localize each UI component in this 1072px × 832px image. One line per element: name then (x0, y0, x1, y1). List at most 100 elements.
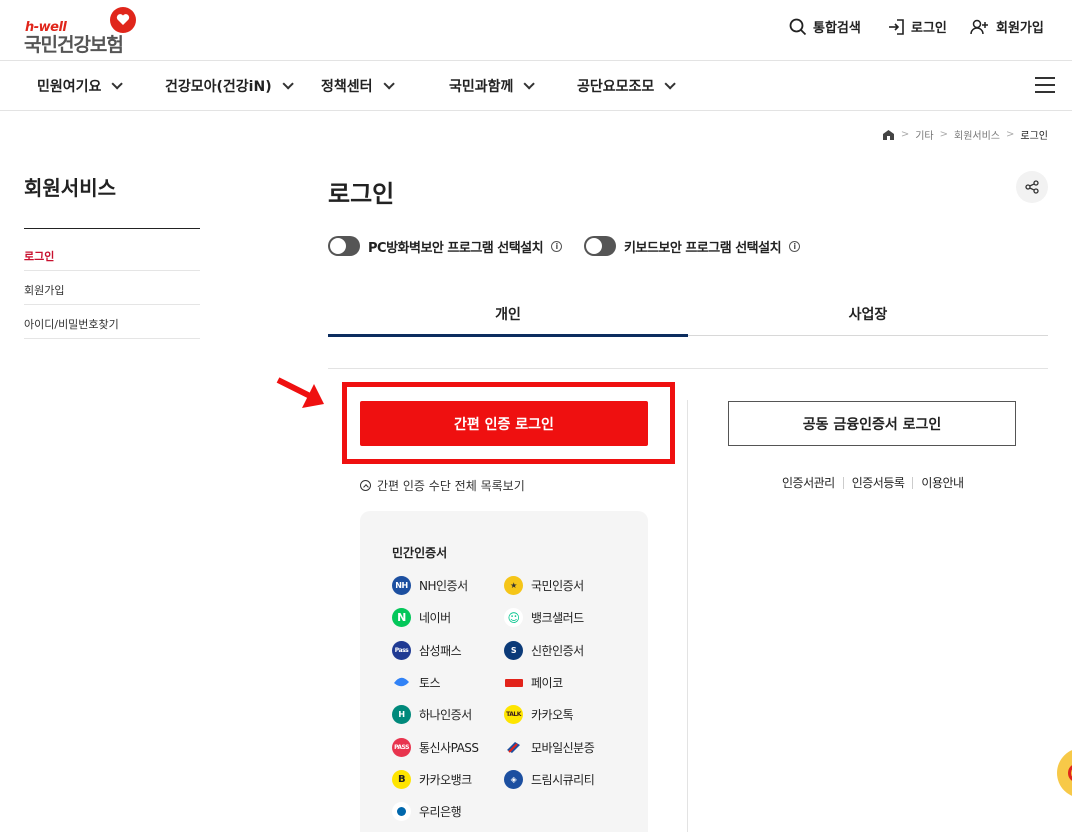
kb-icon: ★ (504, 576, 523, 595)
cert-item[interactable]: N 네이버 (392, 608, 451, 627)
chevron-down-icon (382, 78, 395, 90)
cert-item[interactable]: TALK 카카오톡 (504, 705, 574, 724)
chevron-up-circle-icon (360, 480, 371, 491)
section-divider (328, 368, 1048, 369)
info-icon[interactable]: i (551, 240, 563, 252)
firewall-toggle[interactable] (328, 236, 360, 256)
menu-icon[interactable] (1035, 77, 1055, 93)
view-all-methods-label: 간편 인증 수단 전체 목록보기 (377, 479, 525, 493)
cert-label: 네이버 (419, 611, 451, 625)
chevron-down-icon (523, 78, 536, 90)
cert-item[interactable]: 토스 (392, 673, 441, 692)
side-divider (24, 228, 200, 229)
share-button[interactable] (1016, 171, 1048, 203)
gnb-label: 민원여기요 (37, 79, 102, 95)
naver-icon: N (392, 608, 411, 627)
nhis-logo[interactable]: h-well 국민건강보험 (24, 7, 144, 56)
tab-personal[interactable]: 개인 (328, 296, 688, 337)
gnb-item-about[interactable]: 공단요모조모 (577, 76, 677, 96)
cert-item[interactable]: 모바일신분증 (504, 738, 595, 757)
cert-label: 카카오뱅크 (419, 773, 472, 787)
cert-item[interactable]: 페이코 (504, 673, 563, 692)
login-icon (889, 18, 904, 35)
info-icon[interactable]: i (789, 240, 801, 252)
breadcrumb-separator: > (1006, 129, 1015, 140)
cert-label: 카카오톡 (531, 708, 574, 722)
woori-icon (392, 802, 411, 821)
gnb-label: 건강모아(건강iN) (165, 79, 272, 95)
tab-business[interactable]: 사업장 (688, 296, 1048, 337)
chevron-down-icon (664, 78, 677, 90)
samsung-pass-icon: Pass (392, 641, 411, 660)
search-icon (789, 18, 807, 35)
cert-label: 페이코 (531, 676, 563, 690)
kakaotalk-icon: TALK (504, 705, 523, 724)
cert-item[interactable]: S 신한인증서 (504, 641, 584, 660)
view-all-methods-link[interactable]: 간편 인증 수단 전체 목록보기 (360, 477, 525, 494)
join-link[interactable]: 회원가입 (970, 17, 1044, 36)
cert-manage-link[interactable]: 인증서관리 (782, 474, 835, 491)
joint-cert-links: 인증서관리 인증서등록 이용안내 (782, 474, 964, 491)
page-title: 로그인 (328, 180, 395, 208)
cert-label: 우리은행 (419, 805, 462, 819)
gnb-item-public[interactable]: 국민과함께 (449, 76, 536, 96)
side-item-find-id[interactable]: 아이디/비밀번호찾기 (24, 305, 200, 339)
search-label: 통합검색 (813, 21, 861, 36)
cert-label: 모바일신분증 (531, 741, 595, 755)
cert-item[interactable]: PASS 통신사PASS (392, 738, 479, 757)
cert-label: 드림시큐리티 (531, 773, 595, 787)
link-separator (842, 476, 844, 489)
cert-item[interactable]: B 카카오뱅크 (392, 770, 472, 789)
kakaobank-icon: B (392, 770, 411, 789)
heart-icon (110, 7, 136, 33)
pass-icon: PASS (392, 738, 411, 757)
gnb-item-health[interactable]: 건강모아(건강iN) (165, 76, 294, 96)
cert-item[interactable]: H 하나인증서 (392, 705, 472, 724)
share-icon (1025, 180, 1039, 194)
side-item-join[interactable]: 회원가입 (24, 271, 200, 305)
search-link[interactable]: 통합검색 (789, 17, 861, 36)
breadcrumb-item[interactable]: 기타 (915, 127, 933, 142)
cert-item[interactable]: ☺ 뱅크샐러드 (504, 608, 584, 627)
breadcrumb-item[interactable]: 회원서비스 (954, 127, 1000, 142)
chatbot-button[interactable] (1057, 748, 1072, 798)
keyboard-toggle[interactable] (584, 236, 616, 256)
cert-register-link[interactable]: 인증서등록 (852, 474, 905, 491)
tab-active-indicator (328, 334, 688, 337)
usage-guide-link[interactable]: 이용안내 (921, 474, 964, 491)
cert-item[interactable]: Pass 삼성패스 (392, 641, 462, 660)
column-divider (687, 400, 688, 832)
chevron-down-icon (282, 78, 294, 90)
cert-list-panel: 민간인증서 NH NH인증서 ★ 국민인증서 N 네이버 ☺ 뱅크샐러드 Pass 삼성패… (360, 511, 648, 832)
dream-security-icon: ◈ (504, 770, 523, 789)
cert-label: 토스 (419, 676, 441, 690)
gnb-label: 공단요모조모 (577, 79, 655, 95)
simple-auth-login-button[interactable]: 간편 인증 로그인 (360, 401, 648, 446)
gnb-item-civil[interactable]: 민원여기요 (37, 76, 124, 96)
top-header: h-well 국민건강보험 통합검색 로그인 회원가입 (0, 0, 1072, 60)
global-nav: 민원여기요 건강모아(건강iN) 정책센터 국민과함께 공단요모조모 (0, 60, 1072, 111)
side-item-login[interactable]: 로그인 (24, 237, 200, 271)
gnb-item-policy[interactable]: 정책센터 (321, 76, 395, 96)
add-user-icon (970, 19, 988, 34)
chevron-down-icon (111, 78, 124, 90)
login-link[interactable]: 로그인 (887, 17, 947, 36)
join-label: 회원가입 (996, 21, 1044, 36)
cert-item[interactable]: 우리은행 (392, 802, 462, 821)
joint-cert-login-button[interactable]: 공동 금융인증서 로그인 (728, 401, 1016, 446)
gnb-label: 정책센터 (321, 79, 373, 95)
cert-label: 국민인증서 (531, 579, 584, 593)
cert-label: 통신사PASS (419, 741, 479, 755)
home-icon[interactable] (882, 129, 895, 141)
gnb-label: 국민과함께 (449, 79, 514, 95)
breadcrumb-separator: > (939, 129, 948, 140)
cert-item[interactable]: NH NH인증서 (392, 576, 468, 595)
breadcrumb-current: 로그인 (1020, 131, 1048, 142)
cert-panel-title: 민간인증서 (392, 546, 448, 560)
login-label: 로그인 (911, 21, 947, 36)
cert-item[interactable]: ★ 국민인증서 (504, 576, 584, 595)
shinhan-icon: S (504, 641, 523, 660)
cert-item[interactable]: ◈ 드림시큐리티 (504, 770, 595, 789)
arrow-annotation-icon (276, 377, 324, 408)
logo-name: 국민건강보험 (24, 34, 124, 56)
